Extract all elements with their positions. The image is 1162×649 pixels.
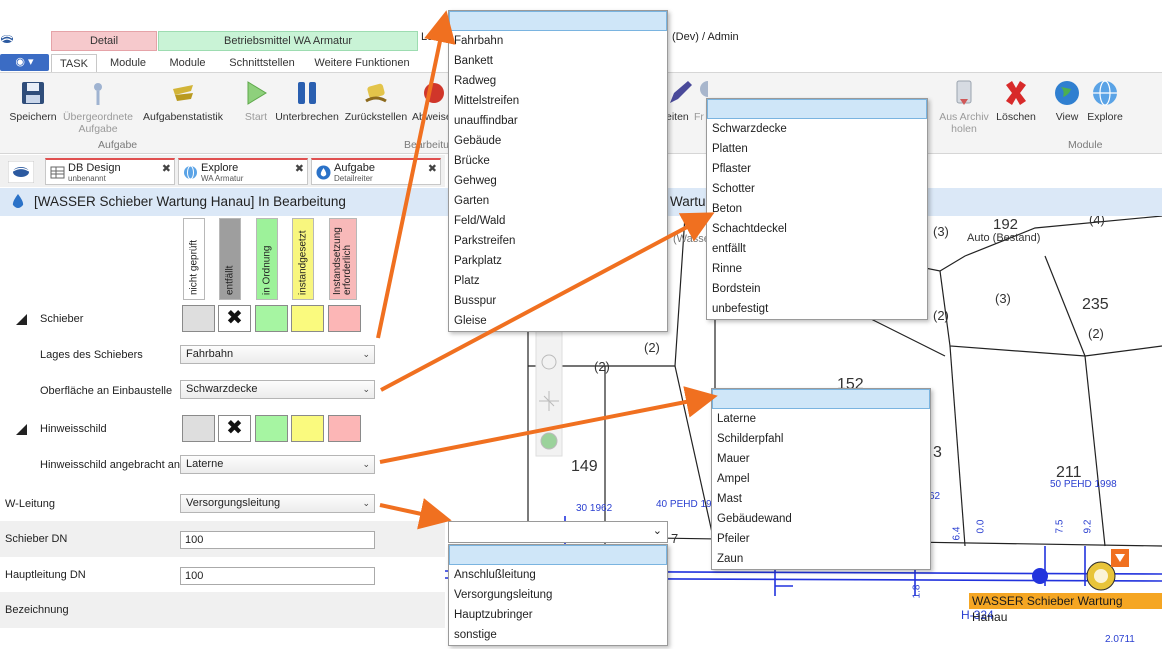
arrow-to-oberflaeche-list [380, 212, 715, 392]
arrow-to-wleitung-list [379, 498, 452, 530]
arrow-to-hinweis-list [379, 386, 718, 464]
annotation-arrows [376, 10, 718, 530]
arrow-to-lage-list [376, 10, 456, 339]
